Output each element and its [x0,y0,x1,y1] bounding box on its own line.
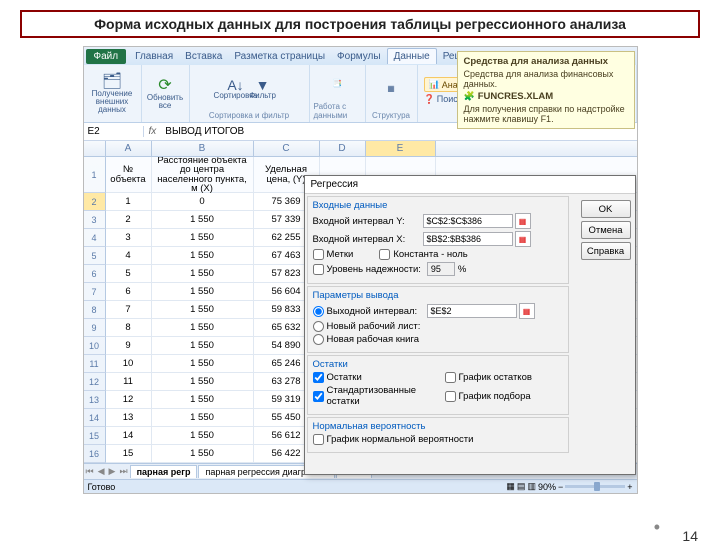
output-range-radio[interactable] [313,306,324,317]
sheet-nav-next-icon[interactable]: ▶ [107,466,118,477]
dialog-title: Регрессия [305,176,635,194]
cancel-button[interactable]: Отмена [581,221,631,239]
fx-icon[interactable]: fx [144,126,162,137]
text-to-cols-button[interactable]: 📑 [325,70,349,98]
sheet-tab-1[interactable]: парная регр [130,465,198,478]
tooltip: Средства для анализа данных Средства для… [457,51,635,129]
confidence-input[interactable]: 95 [427,262,455,276]
const-checkbox[interactable] [379,249,390,260]
output-range-input[interactable]: $E$2 [427,304,517,318]
sheet-nav-last-icon[interactable]: ⏭ [117,466,129,477]
refresh-button[interactable]: ⟳Обновить все [153,80,177,108]
bullet-icon: • [654,517,660,538]
fit-plot-checkbox[interactable] [445,391,456,402]
confidence-checkbox[interactable] [313,264,324,275]
sheet-nav-first-icon[interactable]: ⏮ [84,466,96,477]
chart-icon: 📊 [429,79,440,90]
new-wb-radio[interactable] [313,334,324,345]
zoom-in-icon[interactable]: + [627,482,632,492]
tab-insert[interactable]: Вставка [179,49,228,64]
ok-button[interactable]: OK [581,200,631,218]
addin-icon: 🧩 [464,91,475,102]
tab-file[interactable]: Файл [86,49,127,64]
view-pagebreak-icon[interactable]: ▥ [527,481,536,492]
prob-plot-checkbox[interactable] [313,434,324,445]
resid-plot-checkbox[interactable] [445,372,456,383]
tab-layout[interactable]: Разметка страницы [228,49,331,64]
sort-button[interactable]: A↓Сортировка [224,75,248,103]
refpick-icon[interactable]: ▦ [519,303,535,319]
page-number: 14 [682,528,698,544]
filter-button[interactable]: ▼Фильтр [251,75,275,103]
outline-button[interactable]: ▦ [379,75,403,103]
row-headers[interactable]: 123456789101112131415161718 [84,157,106,494]
input-y[interactable]: $C$2:$C$386 [423,214,513,228]
labels-checkbox[interactable] [313,249,324,260]
refpick-icon[interactable]: ▦ [515,213,531,229]
resid-checkbox[interactable] [313,372,324,383]
col-header-E[interactable]: E [366,141,436,156]
refpick-icon[interactable]: ▦ [515,231,531,247]
excel-window: Файл Главная Вставка Разметка страницы Ф… [83,46,638,494]
col-header-C[interactable]: C [254,141,320,156]
view-normal-icon[interactable]: ▦ [506,481,515,492]
status-bar: Готово ▦ ▤ ▥ 90% − + [84,479,637,493]
std-resid-checkbox[interactable] [313,391,324,402]
zoom-out-icon[interactable]: − [558,482,563,492]
view-layout-icon[interactable]: ▤ [517,481,526,492]
zoom-slider[interactable] [565,485,625,488]
zoom-level[interactable]: 90% [538,482,556,492]
tab-data[interactable]: Данные [387,48,437,64]
slide-title: Форма исходных данных для построения таб… [20,10,700,38]
help-button[interactable]: Справка [581,242,631,260]
col-header-A[interactable]: A [106,141,152,156]
col-header-B[interactable]: B [152,141,254,156]
input-x[interactable]: $B$2:$B$386 [423,232,513,246]
solver-icon: ❓ [424,94,435,105]
select-all-corner[interactable] [84,141,106,156]
tab-formulas[interactable]: Формулы [331,49,387,64]
regression-dialog[interactable]: Регрессия OK Отмена Справка Входные данн… [304,175,636,475]
external-data-button[interactable]: 🗂Получение внешних данных [100,80,124,108]
tab-home[interactable]: Главная [129,49,179,64]
sheet-nav-prev-icon[interactable]: ◀ [96,466,107,477]
col-header-D[interactable]: D [320,141,366,156]
new-ws-radio[interactable] [313,321,324,332]
name-box[interactable]: E2 [84,126,144,137]
